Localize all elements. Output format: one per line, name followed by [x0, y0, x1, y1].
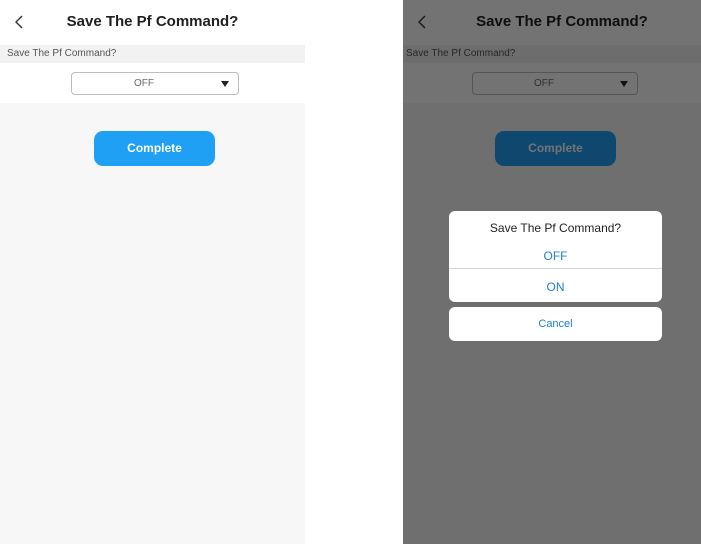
screen-with-action-sheet: Save The Pf Command? Save The Pf Command…: [403, 0, 701, 544]
option-off[interactable]: OFF: [449, 245, 662, 267]
page-title: Save The Pf Command?: [66, 13, 239, 30]
screen-normal: Save The Pf Command? Save The Pf Command…: [0, 0, 305, 544]
command-select[interactable]: OFF: [71, 72, 239, 95]
caret-down-icon: [221, 81, 229, 87]
action-sheet-title: Save The Pf Command?: [489, 221, 622, 235]
divider: [449, 268, 662, 269]
action-sheet: Save The Pf Command? OFF ON: [449, 211, 662, 302]
cancel-button[interactable]: Cancel: [449, 307, 662, 341]
select-value: OFF: [134, 78, 154, 89]
complete-button[interactable]: Complete: [94, 131, 215, 166]
option-on[interactable]: ON: [449, 277, 662, 297]
nav-header: Save The Pf Command?: [0, 0, 305, 44]
field-label: Save The Pf Command?: [0, 45, 305, 63]
content-area: [0, 103, 305, 544]
